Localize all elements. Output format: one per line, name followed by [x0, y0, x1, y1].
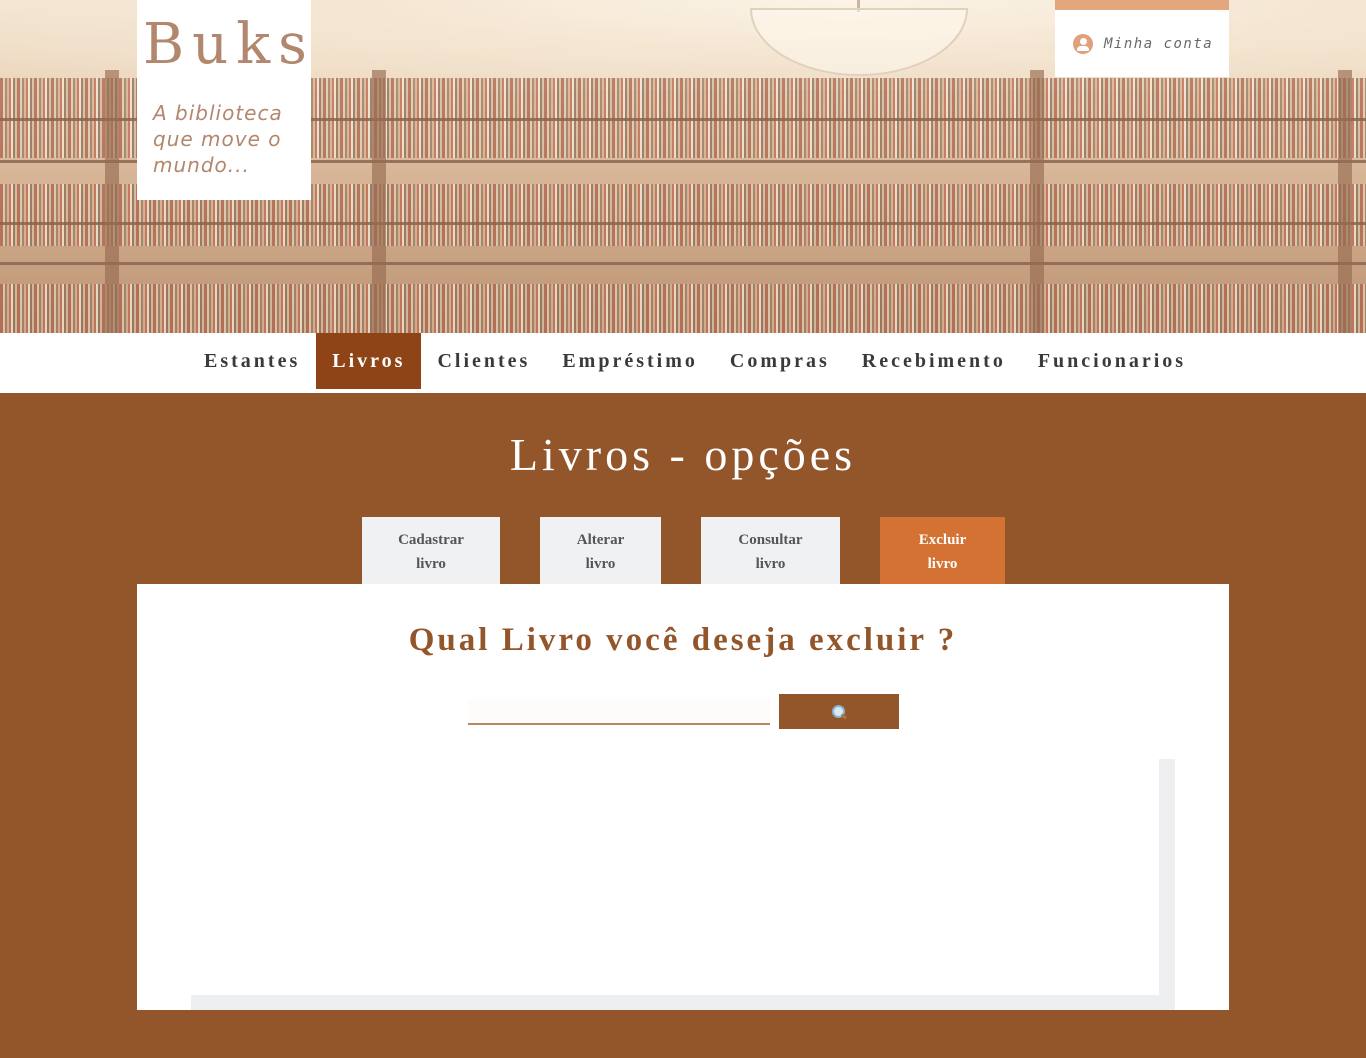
account-label: Minha conta [1104, 35, 1214, 52]
tab-label-line1: Excluir [918, 532, 967, 548]
results-area [191, 759, 1175, 1010]
tagline: A biblioteca que move o mundo... [153, 101, 283, 177]
tab-label-line2: livro [927, 556, 958, 572]
nav-item-estantes[interactable]: Estantes [188, 333, 316, 389]
tab-label-line2: livro [755, 556, 786, 572]
nav-item-funcionarios[interactable]: Funcionarios [1022, 333, 1202, 389]
horizontal-scrollbar[interactable] [191, 995, 1175, 1010]
search-icon [832, 704, 846, 719]
account-button[interactable]: Minha conta [1055, 0, 1229, 77]
logo-title: Buks [143, 12, 315, 77]
hero-banner: Buks A biblioteca que move o mundo... Mi… [0, 0, 1366, 333]
vertical-scrollbar[interactable] [1159, 759, 1175, 1010]
book-search-input[interactable] [468, 699, 770, 725]
tab-label-line1: Alterar [576, 532, 625, 548]
tab-consultar-livro[interactable]: Consultar livro [701, 517, 840, 584]
tab-label-line2: livro [585, 556, 616, 572]
tab-label-line1: Cadastrar [398, 532, 464, 548]
main-nav: Estantes Livros Clientes Empréstimo Comp… [0, 333, 1366, 393]
tab-cadastrar-livro[interactable]: Cadastrar livro [362, 517, 500, 584]
tab-alterar-livro[interactable]: Alterar livro [540, 517, 661, 584]
nav-item-recebimento[interactable]: Recebimento [846, 333, 1022, 389]
tab-excluir-livro[interactable]: Excluir livro [880, 517, 1005, 584]
delete-question: Qual Livro você deseja excluir ? [408, 622, 958, 658]
nav-item-emprestimo[interactable]: Empréstimo [546, 333, 714, 389]
search-button[interactable] [779, 694, 899, 729]
delete-book-panel: Qual Livro você deseja excluir ? [137, 584, 1229, 1010]
tab-label-line2: livro [416, 556, 446, 572]
nav-item-compras[interactable]: Compras [714, 333, 846, 389]
page-title: Livros - opções [509, 429, 857, 480]
nav-item-clientes[interactable]: Clientes [421, 333, 546, 389]
nav-item-livros[interactable]: Livros [316, 333, 422, 389]
user-avatar-icon [1073, 33, 1093, 54]
logo-box[interactable]: Buks A biblioteca que move o mundo... [137, 0, 311, 200]
tab-label-line1: Consultar [738, 532, 803, 548]
